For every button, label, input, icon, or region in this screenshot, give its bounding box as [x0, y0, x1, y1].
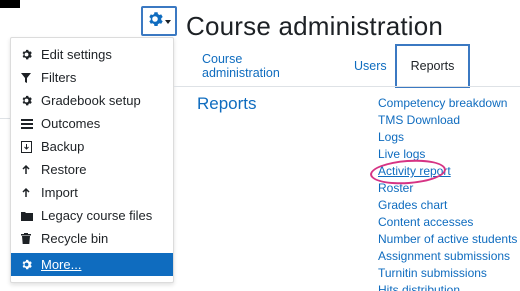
menu-item-filters[interactable]: Filters: [11, 66, 173, 89]
menu-item-legacy-course-files[interactable]: Legacy course files: [11, 204, 173, 227]
divider: [0, 118, 10, 119]
menu-item-label: Import: [41, 185, 78, 200]
report-link-competency-breakdown[interactable]: Competency breakdown: [378, 95, 520, 112]
restore-icon: [21, 164, 39, 175]
chevron-down-icon: [165, 20, 171, 24]
menu-item-label: Filters: [41, 70, 77, 85]
menu-item-label: Restore: [41, 162, 87, 177]
gear-icon: [21, 49, 39, 60]
menu-item-label: More...: [41, 257, 82, 272]
tab-reports[interactable]: Reports: [395, 44, 470, 88]
menu-item-label: Outcomes: [41, 116, 101, 131]
tab-course-administration[interactable]: Course administration: [202, 44, 280, 88]
report-link-hits-distribution[interactable]: Hits distribution: [378, 282, 520, 291]
gear-icon: [147, 11, 163, 32]
tab-users[interactable]: Users: [354, 44, 387, 88]
report-link-number-of-active-students[interactable]: Number of active students: [378, 231, 520, 248]
report-link-turnitin-submissions[interactable]: Turnitin submissions: [378, 265, 520, 282]
menu-item-more[interactable]: More...: [11, 253, 173, 276]
gear-menu-toggle[interactable]: [141, 6, 177, 36]
gear-dropdown-menu: Edit settings Filters Gradebook setup Ou…: [10, 37, 174, 283]
menu-item-label: Gradebook setup: [41, 93, 141, 108]
report-links-list: Competency breakdown TMS Download Logs L…: [378, 95, 520, 291]
import-icon: [21, 187, 39, 198]
report-link-grades-chart[interactable]: Grades chart: [378, 197, 520, 214]
top-edge-bar: [0, 0, 20, 8]
gear-icon: [21, 95, 39, 106]
folder-icon: [21, 211, 39, 221]
menu-item-label: Backup: [41, 139, 85, 154]
backup-icon: [21, 140, 39, 153]
page-title: Course administration: [186, 11, 444, 41]
gear-icon: [21, 259, 39, 270]
report-link-content-accesses[interactable]: Content accesses: [378, 214, 520, 231]
menu-item-edit-settings[interactable]: Edit settings: [11, 43, 173, 66]
menu-item-label: Edit settings: [41, 47, 112, 62]
section-title: Reports: [197, 94, 257, 113]
report-link-logs[interactable]: Logs: [378, 129, 520, 146]
report-link-assignment-submissions[interactable]: Assignment submissions: [378, 248, 520, 265]
filter-icon: [21, 72, 39, 83]
menu-item-import[interactable]: Import: [11, 181, 173, 204]
menu-item-label: Recycle bin: [41, 231, 109, 246]
menu-item-restore[interactable]: Restore: [11, 158, 173, 181]
trash-icon: [21, 233, 39, 244]
menu-item-recycle-bin[interactable]: Recycle bin: [11, 227, 173, 250]
menu-item-gradebook-setup[interactable]: Gradebook setup: [11, 89, 173, 112]
menu-item-label: Legacy course files: [41, 208, 153, 223]
menu-item-outcomes[interactable]: Outcomes: [11, 112, 173, 135]
menu-item-backup[interactable]: Backup: [11, 135, 173, 158]
outcomes-icon: [21, 118, 39, 129]
report-link-tms-download[interactable]: TMS Download: [378, 112, 520, 129]
tabs-divider: [174, 86, 520, 87]
